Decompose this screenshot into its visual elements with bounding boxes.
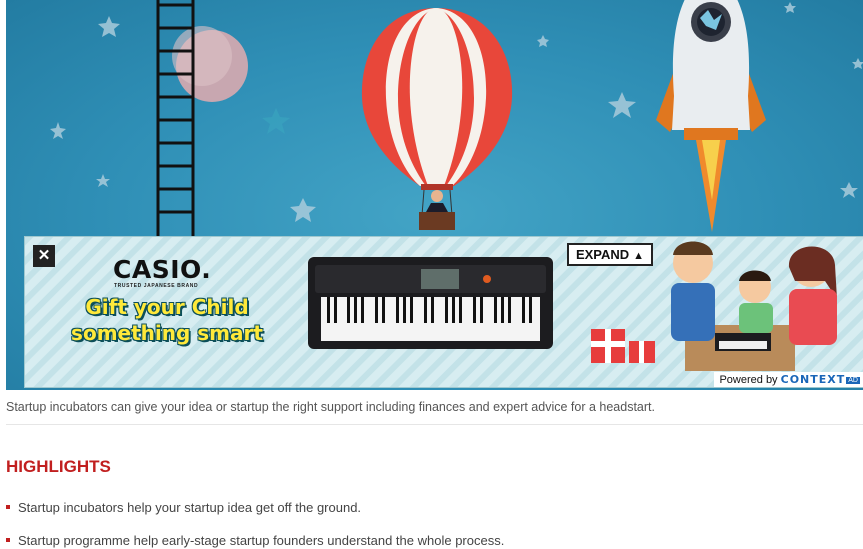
powered-by-badge[interactable]: Powered by CONTEXT AD: [714, 372, 863, 387]
image-caption: Startup incubators can give your idea or…: [6, 400, 655, 414]
casio-logo: CASIO.: [113, 255, 212, 284]
expand-label: EXPAND: [575, 247, 630, 262]
close-ad-button[interactable]: ✕: [33, 245, 55, 267]
rocket: [656, 0, 766, 232]
expand-ad-button[interactable]: EXPAND ▲: [567, 243, 653, 266]
casio-tagline: TRUSTED JAPANESE BRAND: [114, 283, 199, 289]
ad-tagline-line1: Gift your Child: [85, 295, 249, 319]
powered-by-label: Powered by: [719, 374, 778, 386]
ad-tag: AD: [846, 377, 860, 384]
context-logo: CONTEXT: [780, 373, 846, 386]
keyboard-illustration: [308, 257, 553, 349]
square-bullet-icon: [6, 538, 10, 542]
highlight-text: Startup incubators help your startup ide…: [18, 500, 362, 515]
ad-tagline-line2: something smart: [71, 321, 263, 345]
highlight-item: Startup programme help early-stage start…: [6, 533, 504, 549]
highlight-item: Startup incubators help your startup ide…: [6, 500, 361, 516]
casio-ad-banner[interactable]: ✕ CASIO. TRUSTED JAPANESE BRAND Gift you…: [24, 236, 863, 388]
highlight-text: Startup programme help early-stage start…: [18, 533, 505, 548]
divider: [6, 424, 863, 425]
close-icon: ✕: [37, 247, 51, 264]
hot-air-balloon: [361, 8, 513, 230]
hero-illustration: ✕ CASIO. TRUSTED JAPANESE BRAND Gift you…: [6, 0, 863, 390]
highlights-heading: HIGHLIGHTS: [6, 457, 111, 476]
square-bullet-icon: [6, 505, 10, 509]
chevron-up-icon: ▲: [633, 250, 645, 262]
planet: [172, 26, 248, 102]
